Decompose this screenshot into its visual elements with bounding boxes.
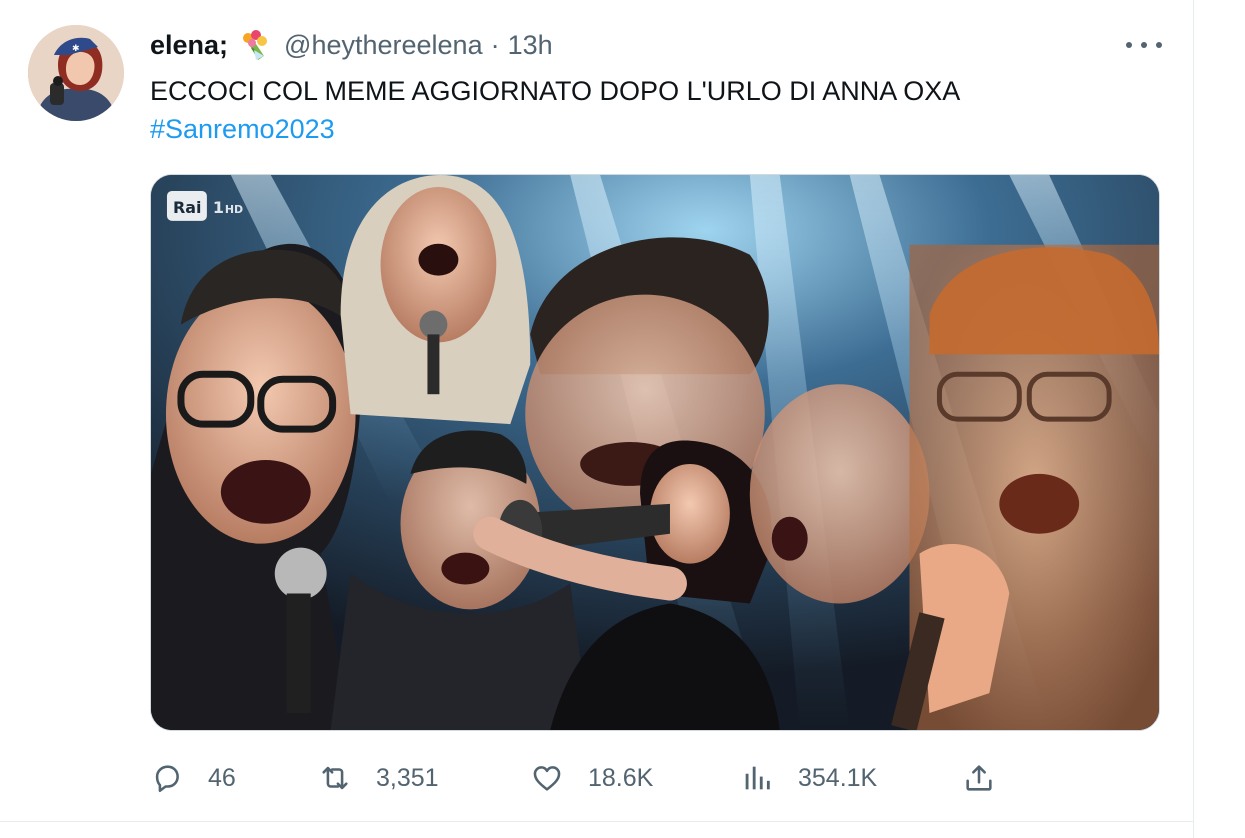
svg-text:Rai: Rai <box>173 198 202 217</box>
reply-button[interactable]: 46 <box>150 756 236 800</box>
tweet-divider <box>0 821 1193 822</box>
like-button[interactable]: 18.6K <box>530 756 653 800</box>
separator-dot: · <box>490 29 500 60</box>
share-button[interactable] <box>962 756 996 800</box>
retweet-icon <box>322 766 348 790</box>
avatar[interactable]: ✱ <box>28 25 124 121</box>
reply-icon <box>155 765 179 793</box>
display-name[interactable]: elena; <box>150 30 228 61</box>
retweet-count: 3,351 <box>376 763 439 792</box>
column-divider <box>1193 0 1194 838</box>
tweet-body: ECCOCI COL MEME AGGIORNATO DOPO L'URLO D… <box>150 76 961 106</box>
views-count: 354.1K <box>798 763 878 792</box>
tweet-header: elena; @heythereelena · 13h <box>150 28 553 62</box>
handle[interactable]: @heythereelena <box>284 30 483 61</box>
svg-text:✱: ✱ <box>72 44 80 54</box>
timestamp[interactable]: 13h <box>508 30 553 61</box>
hashtag-link[interactable]: #Sanremo2023 <box>150 110 1160 148</box>
retweet-button[interactable]: 3,351 <box>318 756 439 800</box>
share-icon <box>966 765 992 791</box>
tweet-media-image[interactable]: Rai 1 HD <box>150 174 1160 731</box>
tweet-text: ECCOCI COL MEME AGGIORNATO DOPO L'URLO D… <box>150 72 1160 148</box>
more-options-icon[interactable] <box>1126 32 1162 58</box>
tweet-actions: 46 3,351 18.6K 354.1K <box>150 756 1010 800</box>
svg-text:1: 1 <box>213 198 224 217</box>
reply-count: 46 <box>208 763 236 792</box>
svg-text:HD: HD <box>225 203 243 216</box>
tweet[interactable]: ✱ elena; @heythereelena · 13h ECCOCI COL… <box>0 0 1193 822</box>
views-button[interactable]: 354.1K <box>740 756 877 800</box>
avatar-illustration: ✱ <box>28 25 124 121</box>
bouquet-icon <box>238 28 272 62</box>
views-chart-icon <box>745 766 770 790</box>
heart-icon <box>533 766 561 791</box>
like-count: 18.6K <box>588 763 654 792</box>
